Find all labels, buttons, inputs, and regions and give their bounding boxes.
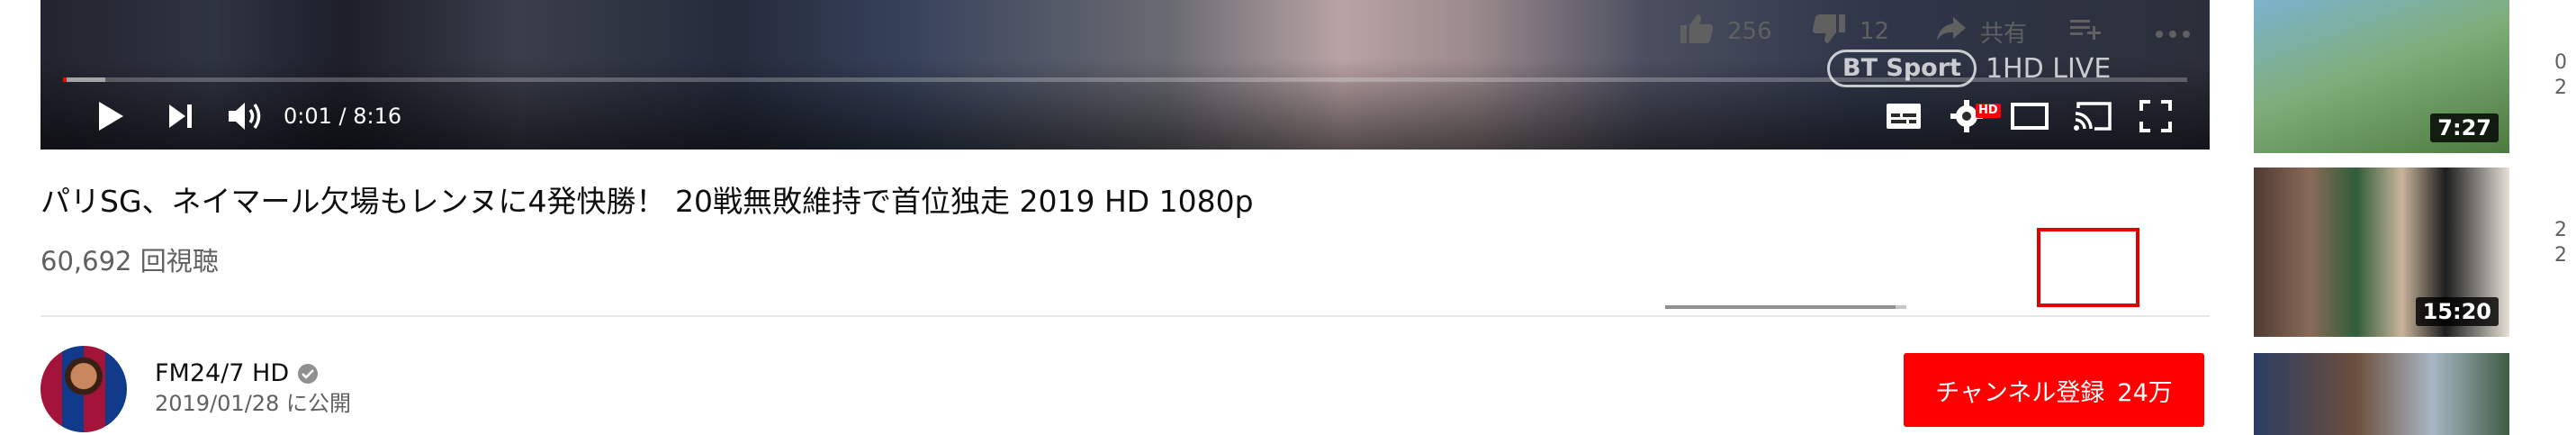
channel-name-row: FM24/7 HD	[155, 358, 319, 389]
progress-buffered	[63, 77, 106, 82]
next-icon	[167, 104, 194, 129]
next-button[interactable]	[156, 94, 206, 139]
save-to-playlist-button[interactable]	[2068, 0, 2104, 63]
video-duration: 15:20	[2415, 297, 2499, 326]
theater-mode-icon	[2011, 103, 2049, 130]
related-video-thumbnail[interactable]: 7:27	[2254, 0, 2509, 153]
channel-avatar[interactable]	[41, 346, 127, 432]
video-title: パリSG、ネイマール欠場もレンヌに4発快勝！ 20戦無敗維持で首位独走 2019…	[41, 184, 1254, 219]
theater-mode-button[interactable]	[2003, 94, 2057, 139]
time-display: 0:01 / 8:16	[284, 104, 402, 129]
share-icon	[1935, 15, 1968, 49]
subscriber-count: 24万	[2117, 378, 2173, 407]
playlist-add-icon	[2068, 15, 2104, 49]
more-horiz-icon	[2155, 18, 2191, 45]
related-video-thumbnail[interactable]	[2254, 353, 2509, 435]
settings-button[interactable]: HD	[1940, 94, 2001, 139]
sentiment-bar-like	[1665, 305, 1896, 309]
video-duration: 7:27	[2430, 113, 2499, 142]
subscribe-label: チャンネル登録	[1935, 378, 2105, 407]
player-controls: 0:01 / 8:16 HD	[41, 94, 2210, 139]
verified-check-icon	[298, 364, 319, 384]
share-label: 共有	[1980, 20, 2028, 48]
highlight-box	[2037, 228, 2139, 307]
play-button[interactable]	[86, 94, 136, 139]
fullscreen-button[interactable]	[2129, 94, 2183, 139]
view-count: 60,692 回視聴	[41, 246, 219, 276]
progress-bar[interactable]	[63, 77, 2187, 82]
play-icon	[97, 101, 124, 131]
subtitles-icon	[1886, 103, 1922, 130]
thumbs-down-icon	[1811, 13, 1847, 51]
share-button[interactable]: 共有	[1935, 0, 2027, 63]
channel-name[interactable]: FM24/7 HD	[155, 358, 289, 389]
settings-icon: HD	[1949, 98, 2001, 134]
progress-played	[63, 77, 67, 82]
subtitles-button[interactable]	[1877, 94, 1931, 139]
hd-badge: HD	[1976, 104, 2001, 118]
volume-icon	[227, 100, 265, 132]
like-count: 256	[1727, 18, 1772, 45]
mute-button[interactable]	[217, 94, 275, 139]
subscribe-button[interactable]: チャンネル登録 24万	[1904, 353, 2204, 427]
publish-date: 2019/01/28 に公開	[155, 391, 351, 416]
sentiment-bar	[1665, 305, 1906, 309]
related-video-thumbnail[interactable]: 15:20	[2254, 168, 2509, 337]
like-button[interactable]: 256	[1679, 0, 1772, 63]
related-video-meta: 2 2	[2554, 219, 2567, 267]
dislike-button[interactable]: 12	[1811, 0, 1889, 63]
cast-button[interactable]	[2066, 94, 2120, 139]
divider	[41, 315, 2210, 317]
fullscreen-icon	[2139, 100, 2172, 132]
thumbs-up-icon	[1679, 13, 1715, 51]
related-video-meta: 0 2	[2554, 51, 2567, 99]
more-actions-button[interactable]	[2155, 0, 2191, 63]
dislike-count: 12	[1860, 18, 1890, 45]
cast-icon	[2073, 101, 2112, 131]
